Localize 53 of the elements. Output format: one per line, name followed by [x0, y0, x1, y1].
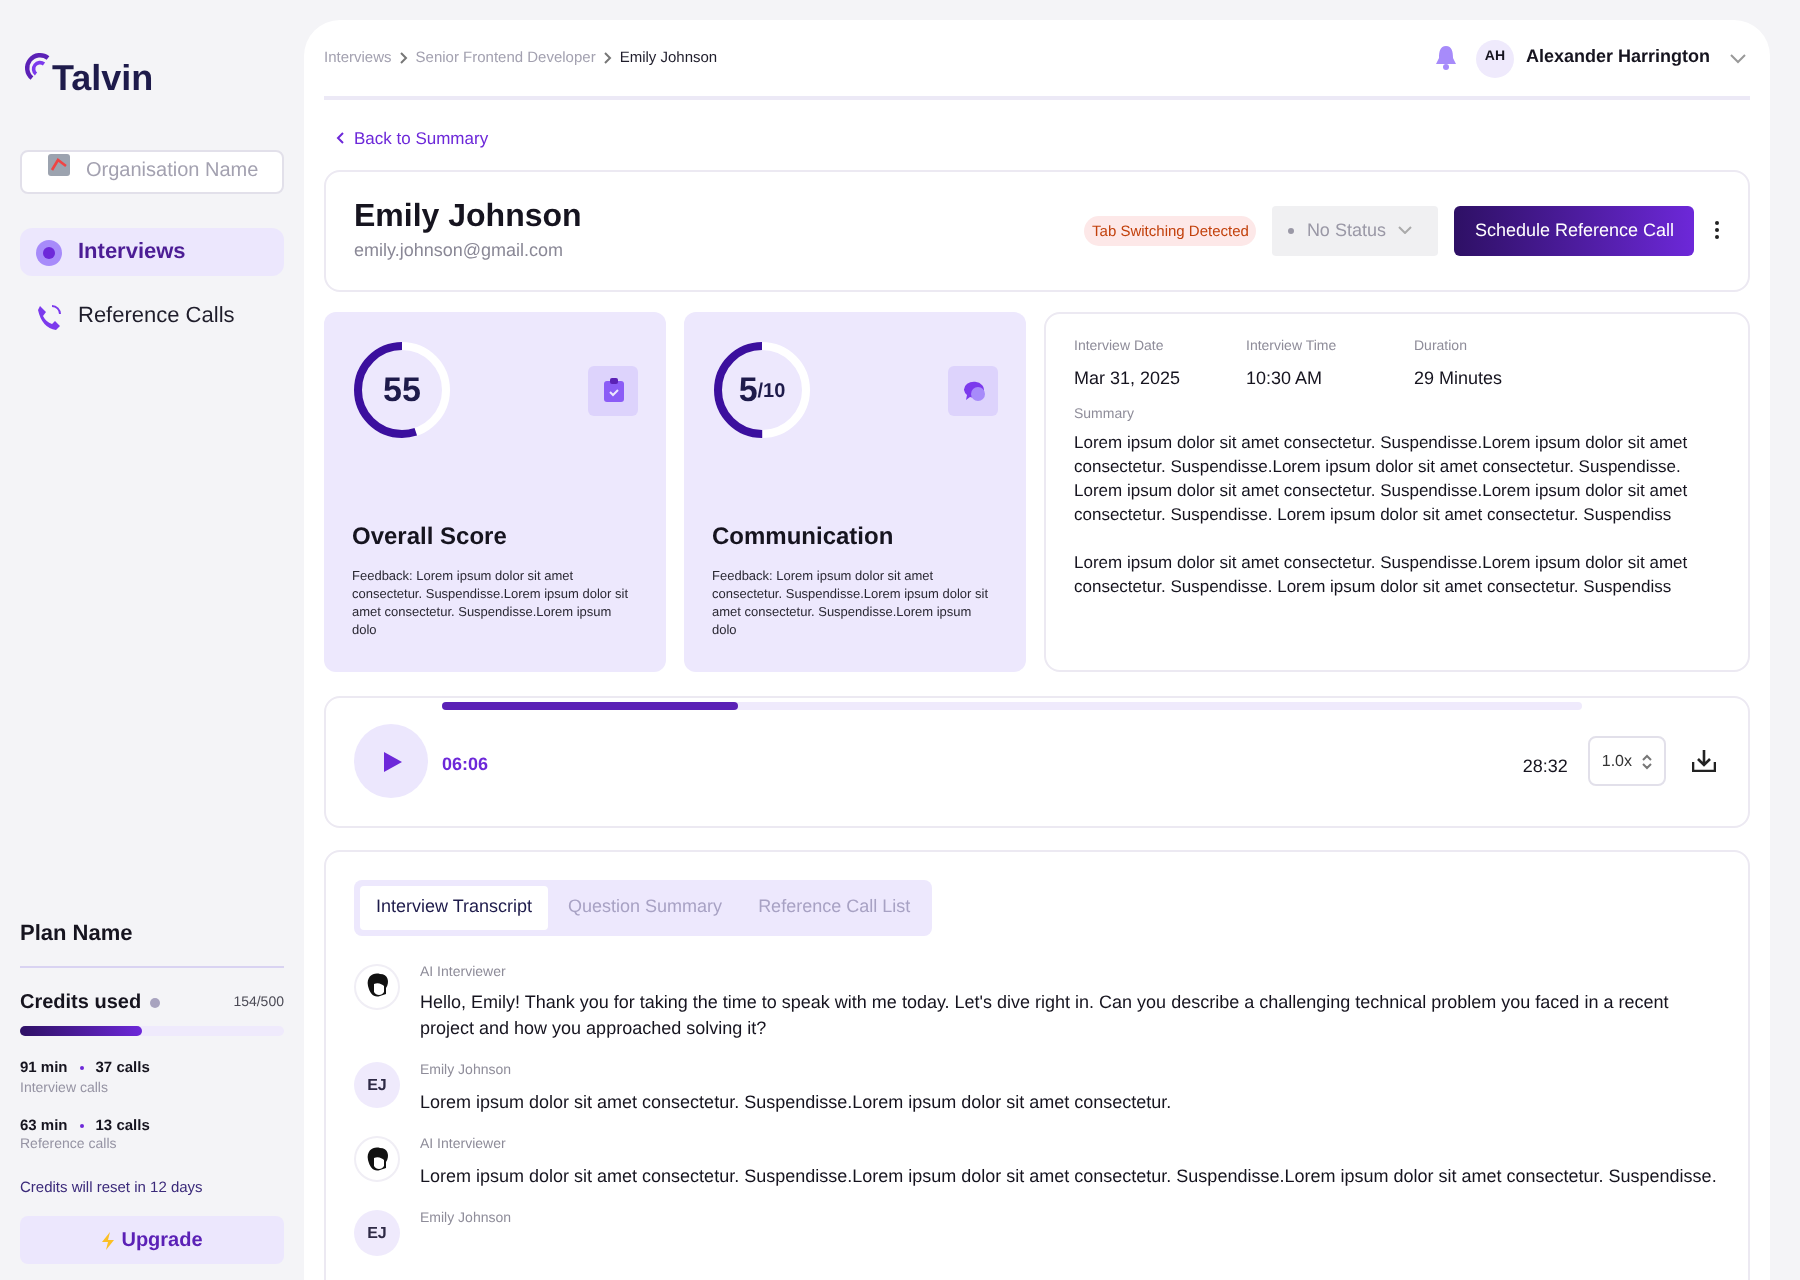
initials-avatar: EJ	[354, 1210, 400, 1257]
total-time: 28:32	[1522, 754, 1568, 780]
logo: Talvin	[24, 52, 284, 96]
detail-value: 29 Minutes	[1414, 366, 1505, 393]
play-icon	[384, 751, 402, 772]
organisation-field[interactable]: Organisation Name	[20, 149, 284, 193]
clipboard-icon	[588, 365, 638, 416]
phone-icon	[36, 303, 62, 329]
detail-value: Mar 31, 2025	[1074, 366, 1183, 393]
score-value: 5/10	[738, 372, 786, 407]
schedule-button[interactable]: Schedule Reference Call	[1454, 205, 1694, 256]
chat-bubble-icon	[948, 365, 998, 416]
chevron-down-icon	[1397, 226, 1412, 235]
candidate-name: Emily Johnson	[354, 197, 582, 237]
chevron-right-icon	[399, 52, 408, 64]
play-button[interactable]	[354, 724, 428, 799]
logo-mark-icon	[24, 52, 52, 84]
summary-paragraph: Lorem ipsum dolor sit amet consectetur. Suspendisse.Lorem ipsum dolor sit amet consectetur. Suspendisse.Lorem ipsum dolor sit amet consectetur. Suspendisse. Lorem ipsum dolor sit amet consectetur. Suspendisse.Lorem ipsum dolor sit amet consectetur. Suspendisse. Lorem ipsum dolor sit amet consectetur. Suspendiss	[1074, 430, 1690, 527]
score-title: Communication	[712, 519, 896, 554]
score-value: 55	[383, 372, 421, 407]
message-text: Lorem ipsum dolor sit amet consectetur. Suspendisse.Lorem ipsum dolor sit amet consectetur.	[420, 1089, 1172, 1115]
speed-selector[interactable]: 1.0x	[1587, 736, 1666, 787]
lightning-icon	[101, 1231, 114, 1249]
tab[interactable]: Interview Transcript	[360, 885, 549, 930]
plan-name: Plan Name	[20, 917, 284, 969]
current-time: 06:06	[442, 752, 489, 778]
initials-avatar: EJ	[354, 1062, 400, 1109]
org-logo-icon	[48, 154, 70, 176]
score-title: Overall Score	[352, 519, 509, 554]
back-link[interactable]: Back to Summary	[336, 126, 489, 152]
upgrade-button[interactable]: Upgrade	[20, 1216, 284, 1264]
message-text: Lorem ipsum dolor sit amet consectetur. Suspendisse.Lorem ipsum dolor sit amet consectetur. Suspendisse.Lorem ipsum dolor sit amet consectetur. Suspendisse.	[420, 1163, 1717, 1189]
detail-value: 10:30 AM	[1246, 366, 1325, 393]
chevron-right-icon	[603, 52, 612, 64]
sort-arrows-icon	[1642, 753, 1652, 770]
cartoon-avatar-icon	[354, 1136, 400, 1183]
chevron-left-icon	[336, 132, 344, 145]
record-icon	[36, 239, 62, 265]
more-options-icon[interactable]	[1714, 220, 1720, 241]
user-name: Alexander Harrington	[1525, 44, 1710, 71]
bullet-icon	[79, 1065, 84, 1070]
bullet-icon	[79, 1123, 84, 1128]
summary-paragraph: Lorem ipsum dolor sit amet consectetur. Suspendisse.Lorem ipsum dolor sit amet consectetur. Suspendisse. Lorem ipsum dolor sit amet consectetur. Suspendiss	[1074, 550, 1690, 599]
download-icon[interactable]	[1692, 750, 1716, 773]
bell-icon[interactable]	[1435, 46, 1456, 70]
candidate-email: emily.johnson@gmail.com	[354, 237, 566, 264]
info-icon	[149, 998, 160, 1009]
nav-item[interactable]: Reference Calls	[20, 292, 284, 340]
chevron-down-icon[interactable]	[1730, 53, 1746, 63]
credits-label: Credits used	[20, 990, 142, 1019]
cartoon-avatar-icon	[354, 963, 400, 1010]
nav-item[interactable]: Interviews	[20, 228, 284, 276]
message-text: Hello, Emily! Thank you for taking the time to speak with me today. Let's dive right in. Can you describe a challenging technical problem you faced in a recent project and how you approached solving it?	[420, 990, 1671, 1041]
